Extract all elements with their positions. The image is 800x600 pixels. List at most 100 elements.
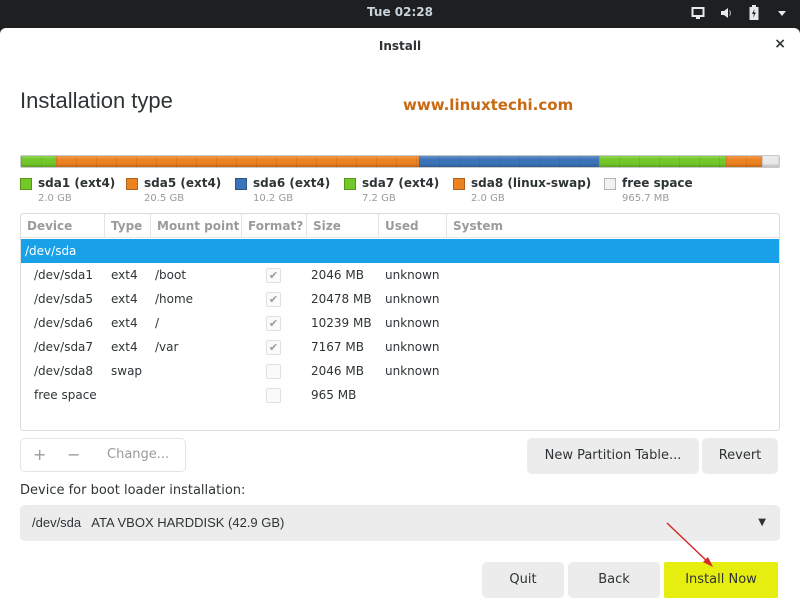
col-mount-point[interactable]: Mount point <box>151 214 242 238</box>
table-row[interactable]: /dev/sda7 ext4/var ✔ 7167 MB unknown <box>21 335 779 359</box>
cell-mount: / <box>155 316 160 330</box>
legend-swatch <box>453 178 465 190</box>
dropdown-arrow-icon: ▼ <box>758 517 766 528</box>
cell-device: free space <box>34 388 97 402</box>
change-partition-button[interactable]: Change... <box>107 439 169 471</box>
system-menu-arrow-icon[interactable] <box>774 5 790 21</box>
cell-type: ext4 <box>111 340 138 354</box>
partition-segment-sda1 <box>21 156 57 167</box>
system-tray <box>690 4 790 22</box>
cell-mount: /var <box>155 340 179 354</box>
cell-size: 7167 MB <box>311 340 364 354</box>
partition-segment-free <box>761 156 779 167</box>
disk-name: /dev/sda <box>25 244 77 258</box>
cell-size: 2046 MB <box>311 364 364 378</box>
add-partition-button[interactable]: + <box>33 439 46 471</box>
col-type[interactable]: Type <box>105 214 151 238</box>
legend-swatch <box>20 178 32 190</box>
clock[interactable]: Tue 02:28 <box>0 5 800 19</box>
screen-icon[interactable] <box>690 5 706 21</box>
format-checkbox[interactable]: ✔ <box>266 268 281 283</box>
format-checkbox[interactable] <box>266 364 281 379</box>
battery-icon[interactable] <box>746 5 762 21</box>
legend-swatch <box>344 178 356 190</box>
table-row[interactable]: /dev/sda5 ext4/home ✔ 20478 MB unknown <box>21 287 779 311</box>
close-icon[interactable]: × <box>774 36 786 52</box>
window-title: Install <box>378 39 422 53</box>
quit-button[interactable]: Quit <box>482 562 564 598</box>
table-header: Device Type Mount point Format? Size Use… <box>21 214 779 238</box>
col-system[interactable]: System <box>447 214 779 238</box>
format-checkbox[interactable] <box>266 388 281 403</box>
legend-swatch <box>235 178 247 190</box>
cell-device: /dev/sda5 <box>34 292 94 306</box>
cell-type: ext4 <box>111 292 138 306</box>
partition-table: Device Type Mount point Format? Size Use… <box>20 213 780 431</box>
cell-used: unknown <box>385 268 440 282</box>
back-button[interactable]: Back <box>568 562 660 598</box>
legend-swatch <box>604 178 616 190</box>
legend-label: free space <box>622 176 693 190</box>
cell-type: swap <box>111 364 143 378</box>
cell-used: unknown <box>385 340 440 354</box>
partition-tools: + − Change... <box>20 438 186 472</box>
format-checkbox[interactable]: ✔ <box>266 340 281 355</box>
cell-device: /dev/sda1 <box>34 268 94 282</box>
title-bar: Install × <box>0 28 800 64</box>
col-device[interactable]: Device <box>21 214 105 238</box>
format-checkbox[interactable]: ✔ <box>266 292 281 307</box>
legend-swatch <box>126 178 138 190</box>
col-size[interactable]: Size <box>307 214 379 238</box>
table-row[interactable]: /dev/sda6 ext4 / ✔ 10239 MB unknown <box>21 311 779 335</box>
col-used[interactable]: Used <box>379 214 447 238</box>
table-row[interactable]: free space 965 MB <box>21 383 779 407</box>
watermark: www.linuxtechi.com <box>403 96 574 114</box>
table-row[interactable]: /dev/sda1 ext4/boot ✔ 2046 MB unknown <box>21 263 779 287</box>
cell-type: ext4 <box>111 268 138 282</box>
legend-label: sda8 (linux-swap) <box>471 176 592 190</box>
bootloader-device-select[interactable]: /dev/sda ATA VBOX HARDDISK (42.9 GB) ▼ <box>20 505 780 541</box>
table-row[interactable]: /dev/sda8 swap 2046 MB unknown <box>21 359 779 383</box>
cell-mount: /home <box>155 292 194 306</box>
cell-device: /dev/sda8 <box>34 364 94 378</box>
legend-size: 10.2 GB <box>253 193 294 204</box>
install-now-button[interactable]: Install Now <box>664 562 778 598</box>
revert-button[interactable]: Revert <box>702 438 778 474</box>
legend-size: 2.0 GB <box>38 193 72 204</box>
legend-label: sda7 (ext4) <box>362 176 440 190</box>
new-partition-table-button[interactable]: New Partition Table... <box>527 438 699 474</box>
partition-bar <box>20 155 780 168</box>
page-title: Installation type <box>20 88 173 113</box>
bootloader-device-value: /dev/sda ATA VBOX HARDDISK (42.9 GB) <box>32 515 285 530</box>
bootloader-label: Device for boot loader installation: <box>20 483 246 498</box>
legend-size: 2.0 GB <box>471 193 505 204</box>
cell-device: /dev/sda6 <box>34 316 94 330</box>
partition-segment-sda6 <box>418 156 600 167</box>
cell-size: 965 MB <box>311 388 357 402</box>
cell-size: 10239 MB <box>311 316 372 330</box>
legend-size: 965.7 MB <box>622 193 670 204</box>
legend-size: 20.5 GB <box>144 193 185 204</box>
partition-segment-sda8 <box>726 156 762 167</box>
format-checkbox[interactable]: ✔ <box>266 316 281 331</box>
disk-row[interactable]: /dev/sda <box>21 239 779 263</box>
partition-legend: sda1 (ext4) 2.0 GB sda5 (ext4) 20.5 GB sda6 … <box>20 176 780 208</box>
volume-icon[interactable] <box>718 5 734 21</box>
cell-used: unknown <box>385 316 440 330</box>
legend-label: sda1 (ext4) <box>38 176 116 190</box>
top-bar: Tue 02:28 <box>0 0 800 26</box>
cell-size: 20478 MB <box>311 292 372 306</box>
partition-segment-sda7 <box>599 156 727 167</box>
legend-label: sda6 (ext4) <box>253 176 331 190</box>
remove-partition-button[interactable]: − <box>67 439 80 471</box>
legend-label: sda5 (ext4) <box>144 176 222 190</box>
cell-size: 2046 MB <box>311 268 364 282</box>
cell-used: unknown <box>385 292 440 306</box>
partition-segment-sda5 <box>56 156 419 167</box>
cell-device: /dev/sda7 <box>34 340 94 354</box>
cell-mount: /boot <box>155 268 187 282</box>
col-format[interactable]: Format? <box>242 214 307 238</box>
cell-used: unknown <box>385 364 440 378</box>
legend-size: 7.2 GB <box>362 193 396 204</box>
cell-type: ext4 <box>111 316 138 330</box>
